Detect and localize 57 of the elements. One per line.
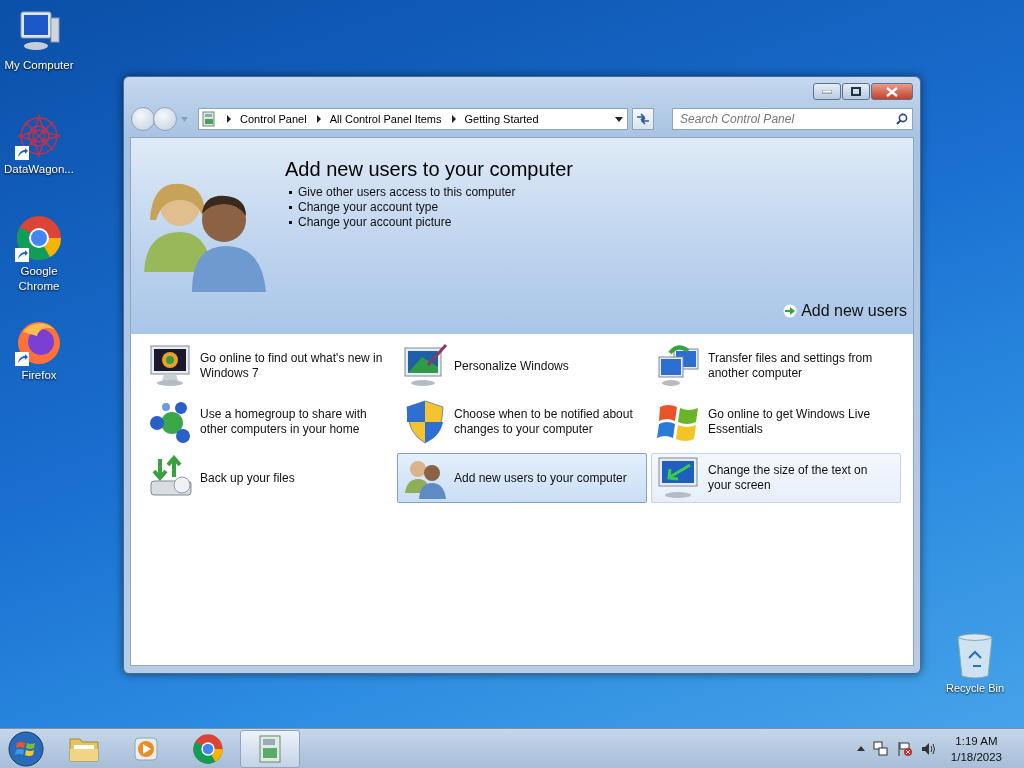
- windows-orb-icon: [8, 730, 44, 767]
- clock-date: 1/18/2023: [950, 749, 1002, 765]
- task-item[interactable]: Personalize Windows: [397, 341, 647, 391]
- monitor-paintbrush-icon: [402, 343, 448, 389]
- address-bar[interactable]: Control Panel All Control Panel Items Getting Started: [198, 108, 628, 130]
- banner-bullet-text: Change your account picture: [298, 215, 452, 230]
- task-item[interactable]: Use a homegroup to share with other computers in your home: [143, 397, 393, 447]
- minimize-icon: [822, 89, 832, 94]
- caret-icon: [615, 116, 623, 122]
- banner-title: Add new users to your computer: [285, 158, 573, 181]
- task-item[interactable]: Back up your files: [143, 453, 393, 503]
- task-item[interactable]: Add new users to your computer: [397, 453, 647, 503]
- show-hidden-icons-icon[interactable]: [856, 746, 865, 751]
- task-item[interactable]: Transfer files and settings from another computer: [651, 341, 901, 391]
- breadcrumb-item[interactable]: Control Panel: [240, 113, 307, 125]
- task-item[interactable]: Choose when to be notified about changes to your computer: [397, 397, 647, 447]
- maximize-button[interactable]: [842, 83, 870, 100]
- control-panel-icon: [256, 733, 284, 764]
- clock[interactable]: 1:19 AM 1/18/2023: [950, 732, 1002, 765]
- breadcrumb-separator-icon[interactable]: [451, 115, 456, 123]
- add-new-users-link[interactable]: Add new users: [783, 302, 907, 320]
- start-button[interactable]: [6, 729, 46, 768]
- desktop-icon-label[interactable]: Google Chrome: [3, 264, 75, 294]
- close-button[interactable]: [871, 83, 913, 100]
- close-icon: [886, 86, 898, 97]
- recycle-bin-icon: [955, 632, 995, 680]
- flag-error-icon[interactable]: [896, 740, 913, 757]
- desktop-icon-label[interactable]: My Computer: [4, 58, 74, 73]
- search-icon: [896, 113, 908, 125]
- two-monitors-icon: [656, 343, 702, 389]
- breadcrumb-separator-icon[interactable]: [227, 115, 231, 123]
- breadcrumb-item[interactable]: All Control Panel Items: [329, 113, 442, 125]
- arrow-icon: [783, 304, 798, 318]
- banner-bullet-text: Give other users access to this computer: [298, 185, 516, 200]
- media-player-icon: [132, 734, 160, 763]
- chrome-logo-icon: [15, 214, 63, 262]
- maximize-icon: [851, 87, 861, 96]
- task-item[interactable]: Go online to find out what's new in Windows 7: [143, 341, 393, 391]
- refresh-arrows-icon: [636, 113, 650, 125]
- search-field[interactable]: Search Control Panel: [672, 108, 913, 130]
- clock-time: 1:19 AM: [955, 733, 998, 749]
- bullet-icon: [289, 206, 292, 209]
- control-panel-icon: [201, 111, 217, 127]
- bullet-icon: [289, 191, 292, 194]
- network-icon[interactable]: [872, 740, 889, 757]
- banner-bullet-text: Change your account type: [298, 200, 439, 215]
- star-pattern-icon: [15, 112, 63, 160]
- bullet-icon: [289, 221, 292, 224]
- task-item[interactable]: Go online to get Windows Live Essentials: [651, 397, 901, 447]
- breadcrumb-item[interactable]: Getting Started: [464, 113, 539, 125]
- desktop-icon-label[interactable]: DataWagon...: [4, 162, 74, 177]
- chrome-logo-icon: [192, 732, 224, 765]
- task-item[interactable]: Change the size of the text on your screen: [651, 453, 901, 503]
- breadcrumb-separator-icon[interactable]: [316, 115, 321, 123]
- refresh-button[interactable]: [632, 108, 654, 130]
- desktop-icon-label[interactable]: Firefox: [21, 368, 57, 383]
- minimize-button[interactable]: [813, 83, 841, 100]
